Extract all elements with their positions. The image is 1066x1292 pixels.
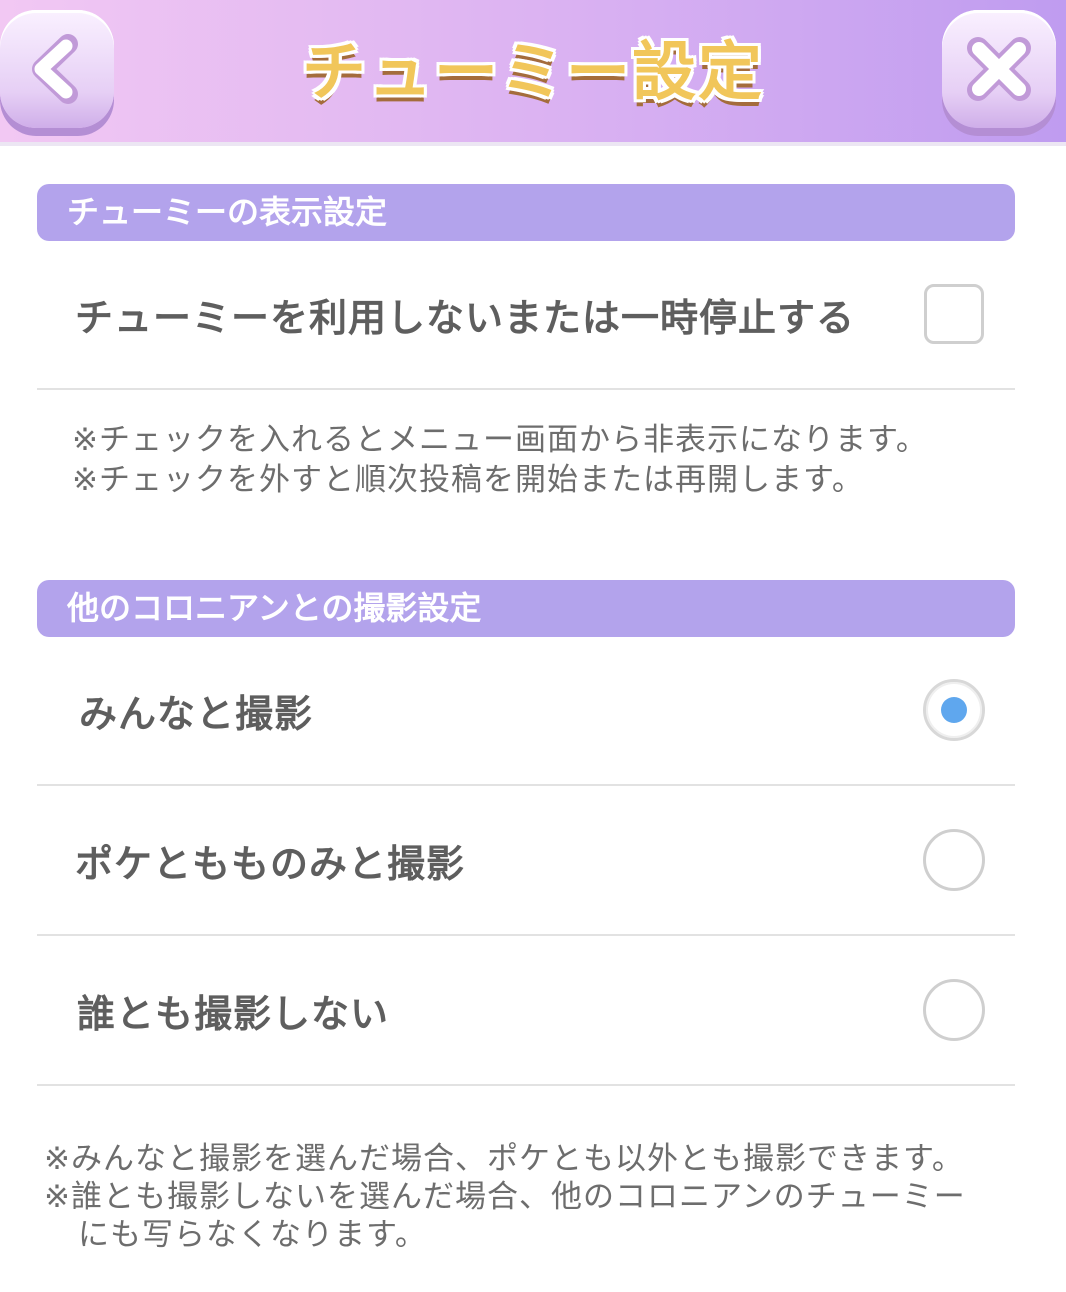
radio-selected-dot [941,697,967,723]
photo-notes: ※みんなと撮影を選んだ場合、ポケとも以外とも撮影できます。 ※誰とも撮影しないを… [44,1140,966,1254]
radio-pokefriends-only[interactable] [923,829,985,891]
section-header-photo: 他のコロニアンとの撮影設定 [37,580,1015,637]
chevron-left-icon [32,34,78,104]
option-label: みんなと撮影 [79,691,314,736]
close-button[interactable] [942,10,1056,128]
disable-checkbox[interactable] [924,284,984,344]
back-button[interactable] [0,10,114,128]
option-label: ポケともものみと撮影 [75,841,466,886]
note-line: にも写らなくなります。 [78,1217,427,1253]
option-row-disable-tuumy[interactable]: チューミーを利用しないまたは一時停止する [37,240,1015,390]
option-label: 誰とも撮影しない [77,991,390,1036]
radio-nobody[interactable] [923,979,985,1041]
note-line: ※チェックを外すと順次投稿を開始または再開します。 [72,462,864,498]
note-line: ※誰とも撮影しないを選んだ場合、他のコロニアンのチューミー [44,1179,966,1215]
radio-everyone[interactable] [923,679,985,741]
header-bar: チューミー設定 [0,0,1066,146]
note-line: ※チェックを入れるとメニュー画面から非表示になります。 [72,422,928,458]
close-icon [967,37,1031,101]
note-line: ※みんなと撮影を選んだ場合、ポケとも以外とも撮影できます。 [44,1141,964,1177]
radio-row-everyone[interactable]: みんなと撮影 [37,636,1015,786]
section-header-display: チューミーの表示設定 [37,184,1015,241]
option-label: チューミーを利用しないまたは一時停止する [75,295,856,340]
radio-row-nobody[interactable]: 誰とも撮影しない [37,936,1015,1086]
page-title: チューミー設定 [302,36,764,110]
radio-row-pokefriends-only[interactable]: ポケともものみと撮影 [37,786,1015,936]
display-notes: ※チェックを入れるとメニュー画面から非表示になります。 ※チェックを外すと順次投… [72,420,928,500]
